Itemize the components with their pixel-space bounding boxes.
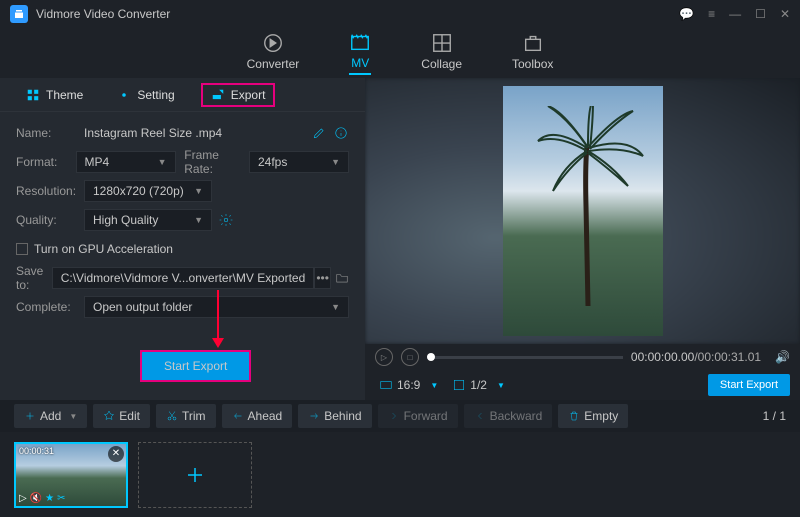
aspect-ratio-button[interactable]: 16:9▼ bbox=[375, 376, 442, 394]
thumb-duration: 00:00:31 bbox=[19, 446, 54, 456]
quality-label: Quality: bbox=[16, 213, 84, 227]
tab-setting[interactable]: Setting bbox=[109, 83, 182, 107]
nav-collage[interactable]: Collage bbox=[421, 32, 462, 74]
quality-select[interactable]: High Quality▼ bbox=[84, 209, 212, 231]
video-content bbox=[533, 106, 653, 306]
nav-mv[interactable]: MV bbox=[349, 31, 371, 75]
framerate-label: Frame Rate: bbox=[184, 148, 249, 176]
thumb-mute-icon[interactable]: 🔇 bbox=[30, 493, 42, 504]
resolution-select[interactable]: 1280x720 (720p)▼ bbox=[84, 180, 212, 202]
thumb-remove-icon[interactable]: ✕ bbox=[108, 446, 124, 462]
name-label: Name: bbox=[16, 126, 84, 140]
add-button[interactable]: Add▼ bbox=[14, 404, 87, 428]
saveto-label: Save to: bbox=[16, 264, 52, 292]
browse-button[interactable]: ••• bbox=[314, 267, 331, 289]
gpu-label: Turn on GPU Acceleration bbox=[34, 242, 173, 256]
clip-thumbnail[interactable]: 00:00:31 ✕ ▷ 🔇 ★ ✂ bbox=[14, 442, 128, 508]
resolution-label: Resolution: bbox=[16, 184, 84, 198]
preview-panel: ▷ □ 00:00:00.00/00:00:31.01 🔊 16:9▼ 1/2▼… bbox=[365, 78, 800, 400]
minimize-icon[interactable]: — bbox=[729, 7, 741, 21]
quality-gear-icon[interactable] bbox=[218, 212, 234, 228]
thumbnail-strip: 00:00:31 ✕ ▷ 🔇 ★ ✂ bbox=[0, 432, 800, 517]
playback-controls: ▷ □ 00:00:00.00/00:00:31.01 🔊 bbox=[365, 344, 800, 370]
empty-button[interactable]: Empty bbox=[558, 404, 628, 428]
format-label: Format: bbox=[16, 155, 76, 169]
progress-slider[interactable] bbox=[427, 356, 623, 359]
forward-button[interactable]: Forward bbox=[378, 404, 458, 428]
thumb-play-icon[interactable]: ▷ bbox=[19, 493, 27, 504]
titlebar: Vidmore Video Converter 💬 ≡ — ☐ ✕ bbox=[0, 0, 800, 28]
framerate-select[interactable]: 24fps▼ bbox=[249, 151, 349, 173]
action-bar: Add▼ Edit Trim Ahead Behind Forward Back… bbox=[0, 400, 800, 432]
tab-theme[interactable]: Theme bbox=[18, 83, 91, 107]
time-display: 00:00:00.00/00:00:31.01 bbox=[631, 350, 761, 364]
edit-button[interactable]: Edit bbox=[93, 404, 150, 428]
thumb-star-icon[interactable]: ★ bbox=[45, 493, 54, 504]
chat-icon[interactable]: 💬 bbox=[679, 7, 694, 21]
add-clip-button[interactable] bbox=[138, 442, 252, 508]
play-button[interactable]: ▷ bbox=[375, 348, 393, 366]
name-value: Instagram Reel Size .mp4 bbox=[84, 126, 305, 140]
volume-icon[interactable]: 🔊 bbox=[775, 350, 790, 364]
close-icon[interactable]: ✕ bbox=[780, 7, 790, 21]
page-counter: 1 / 1 bbox=[763, 409, 786, 423]
complete-select[interactable]: Open output folder▼ bbox=[84, 296, 349, 318]
export-panel: Theme Setting Export Name: Instagram Ree… bbox=[0, 78, 365, 400]
app-title: Vidmore Video Converter bbox=[36, 7, 170, 21]
behind-button[interactable]: Behind bbox=[298, 404, 371, 428]
maximize-icon[interactable]: ☐ bbox=[755, 7, 766, 21]
zoom-button[interactable]: 1/2▼ bbox=[448, 376, 509, 394]
tab-export[interactable]: Export bbox=[201, 83, 276, 107]
gpu-checkbox[interactable] bbox=[16, 243, 28, 255]
backward-button[interactable]: Backward bbox=[464, 404, 553, 428]
app-logo bbox=[10, 5, 28, 23]
ahead-button[interactable]: Ahead bbox=[222, 404, 293, 428]
video-preview[interactable] bbox=[365, 78, 800, 344]
top-nav: Converter MV Collage Toolbox bbox=[0, 28, 800, 78]
format-select[interactable]: MP4▼ bbox=[76, 151, 176, 173]
main-area: Theme Setting Export Name: Instagram Ree… bbox=[0, 78, 800, 400]
info-icon[interactable] bbox=[333, 125, 349, 141]
saveto-path[interactable]: C:\Vidmore\Vidmore V...onverter\MV Expor… bbox=[52, 267, 315, 289]
start-export-button[interactable]: Start Export bbox=[140, 350, 251, 382]
nav-converter[interactable]: Converter bbox=[247, 32, 300, 74]
complete-label: Complete: bbox=[16, 300, 84, 314]
thumb-trim-icon[interactable]: ✂ bbox=[57, 493, 65, 504]
preview-start-export-button[interactable]: Start Export bbox=[708, 374, 790, 396]
trim-button[interactable]: Trim bbox=[156, 404, 216, 428]
open-folder-icon[interactable] bbox=[335, 267, 349, 289]
nav-toolbox[interactable]: Toolbox bbox=[512, 32, 553, 74]
menu-icon[interactable]: ≡ bbox=[708, 7, 715, 21]
stop-button[interactable]: □ bbox=[401, 348, 419, 366]
edit-name-icon[interactable] bbox=[311, 125, 327, 141]
